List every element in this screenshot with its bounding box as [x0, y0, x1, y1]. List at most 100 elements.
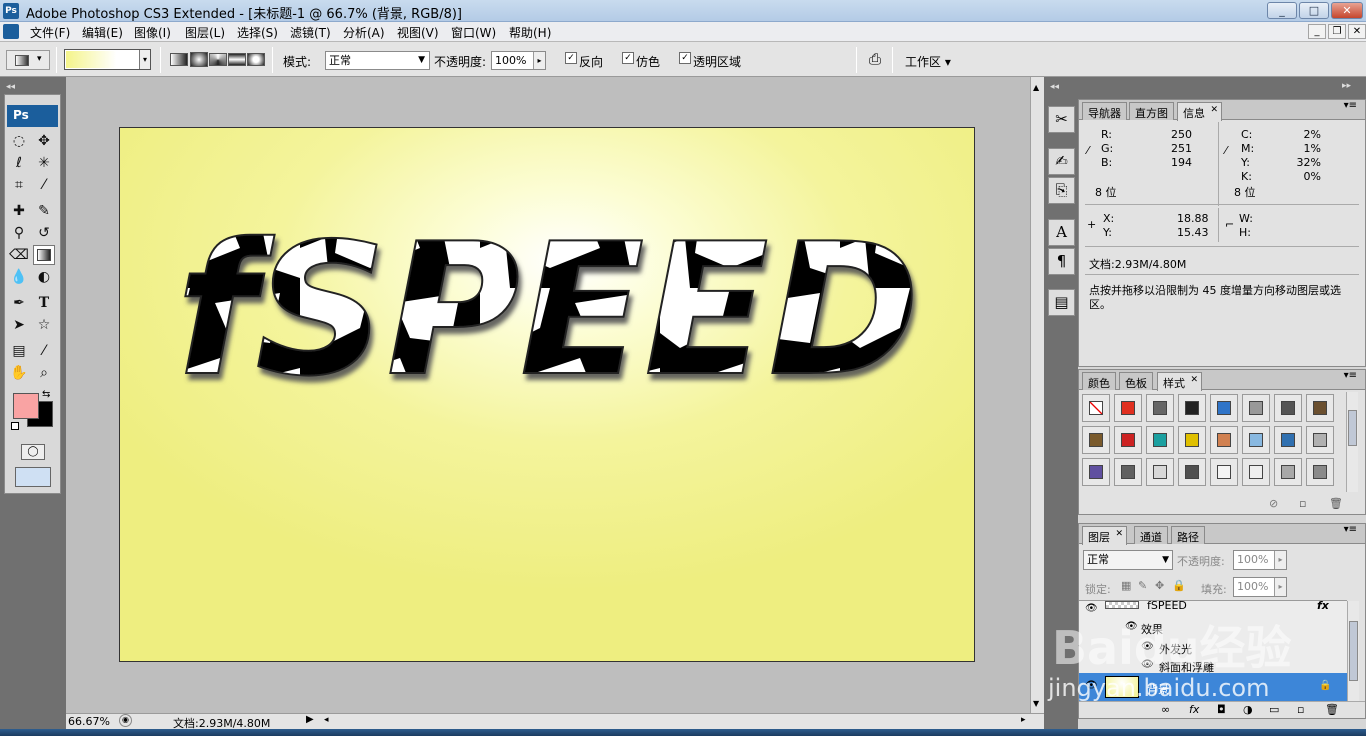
fill-input[interactable]: 100% ▸ [1233, 577, 1287, 597]
style-swatch[interactable] [1306, 426, 1334, 454]
maximize-button[interactable]: □ [1299, 2, 1329, 19]
lasso-tool-icon[interactable]: ℓ [8, 153, 30, 173]
menu-help[interactable]: 帮助(H) [509, 24, 551, 41]
scroll-thumb[interactable] [1349, 621, 1358, 681]
radial-gradient-button[interactable] [190, 52, 208, 67]
style-swatch[interactable] [1306, 394, 1334, 422]
paragraph-icon[interactable]: ¶ [1048, 248, 1075, 275]
menu-file[interactable]: 文件(F) [30, 24, 70, 41]
link-layers-icon[interactable]: ∞ [1161, 703, 1170, 716]
new-style-icon[interactable]: ▫ [1299, 497, 1306, 510]
close-tab-icon[interactable]: ✕ [1210, 105, 1218, 115]
chevron-right-icon[interactable]: ▸ [1274, 578, 1286, 596]
collapse-panel-icon[interactable]: ◂◂ [6, 82, 15, 92]
menu-filter[interactable]: 滤镜(T) [290, 24, 331, 41]
document-icon[interactable] [3, 24, 19, 39]
style-swatch[interactable] [1242, 394, 1270, 422]
angle-gradient-button[interactable] [209, 53, 227, 66]
style-swatch[interactable] [1146, 394, 1174, 422]
style-swatch[interactable] [1274, 426, 1302, 454]
menu-edit[interactable]: 编辑(E) [82, 24, 123, 41]
layer-name[interactable]: fSPEED [1147, 599, 1187, 612]
scroll-right-icon[interactable]: ▸ [1021, 715, 1026, 725]
new-group-icon[interactable]: ▭ [1269, 703, 1279, 716]
marquee-tool-icon[interactable]: ◌ [8, 131, 30, 151]
layers-scrollbar[interactable] [1347, 601, 1359, 701]
style-swatch[interactable] [1178, 394, 1206, 422]
style-swatch[interactable] [1114, 426, 1142, 454]
lock-all-icon[interactable]: 🔒 [1172, 579, 1186, 592]
style-swatch[interactable] [1178, 426, 1206, 454]
scroll-left-icon[interactable]: ◂ [324, 715, 329, 725]
style-swatch[interactable] [1114, 458, 1142, 486]
menu-window[interactable]: 窗口(W) [451, 24, 496, 41]
layer-opacity-input[interactable]: 100% ▸ [1233, 550, 1287, 570]
close-button[interactable]: ✕ [1331, 2, 1363, 19]
style-swatch[interactable] [1274, 394, 1302, 422]
lock-pixels-icon[interactable]: ✎ [1138, 579, 1147, 592]
reflected-gradient-button[interactable] [228, 53, 246, 66]
history-brush-tool-icon[interactable]: ↺ [33, 223, 55, 243]
tools-presets-icon[interactable]: ✂ [1048, 106, 1075, 133]
new-layer-icon[interactable]: ▫ [1297, 703, 1304, 716]
notes-panel-icon[interactable]: ▤ [1048, 289, 1075, 316]
delete-style-icon[interactable]: 🗑 [1329, 497, 1343, 510]
style-swatch[interactable] [1274, 458, 1302, 486]
move-tool-icon[interactable]: ✥ [33, 131, 55, 151]
brush-tool-icon[interactable]: ✎ [33, 201, 55, 221]
dither-checkbox[interactable]: ✓ [622, 52, 634, 64]
tab-navigator[interactable]: 导航器 [1082, 102, 1127, 120]
path-selection-tool-icon[interactable]: ➤ [8, 315, 30, 335]
workspace-button[interactable]: 工作区 ▾ [905, 53, 951, 70]
crop-tool-icon[interactable]: ⌗ [8, 175, 30, 195]
chevron-right-icon[interactable]: ▸ [1274, 551, 1286, 569]
tab-histogram[interactable]: 直方图 [1129, 102, 1174, 120]
notes-tool-icon[interactable]: ▤ [8, 341, 30, 361]
doc-close-button[interactable]: ✕ [1348, 24, 1366, 39]
type-tool-icon[interactable]: T [33, 293, 55, 313]
custom-shape-tool-icon[interactable]: ☆ [33, 315, 55, 335]
diamond-gradient-button[interactable] [247, 53, 265, 66]
lock-transparent-icon[interactable]: ▦ [1121, 579, 1131, 592]
menu-view[interactable]: 视图(V) [397, 24, 439, 41]
opacity-input[interactable]: 100% ▸ [491, 51, 546, 70]
hand-tool-icon[interactable]: ✋ [8, 363, 30, 383]
tab-styles[interactable]: 样式 ✕ [1157, 372, 1202, 391]
panel-menu-icon[interactable]: ▾≡ [1344, 370, 1357, 381]
status-icon[interactable]: ◉ [119, 714, 132, 727]
healing-brush-tool-icon[interactable]: ✚ [8, 201, 30, 221]
scroll-thumb[interactable] [1348, 410, 1357, 446]
vertical-scrollbar[interactable]: ▲ ▼ [1030, 77, 1044, 713]
style-swatch[interactable] [1210, 394, 1238, 422]
tool-preset-picker[interactable]: ▾ [6, 50, 50, 70]
style-swatch[interactable] [1082, 426, 1110, 454]
mode-select[interactable]: 正常 ▼ [325, 51, 430, 70]
clone-stamp-tool-icon[interactable]: ⚲ [8, 223, 30, 243]
tab-channels[interactable]: 通道 [1134, 526, 1168, 544]
bridge-icon[interactable]: ⎙ [864, 50, 886, 70]
panel-menu-icon[interactable]: ▾≡ [1344, 524, 1357, 535]
close-tab-icon[interactable]: ✕ [1190, 375, 1198, 385]
reverse-checkbox[interactable]: ✓ [565, 52, 577, 64]
menu-layer[interactable]: 图层(L) [185, 24, 225, 41]
minimize-button[interactable]: _ [1267, 2, 1297, 19]
screen-mode-icon[interactable] [15, 467, 51, 487]
style-swatch[interactable] [1242, 458, 1270, 486]
magic-wand-tool-icon[interactable]: ✳ [33, 153, 55, 173]
doc-restore-button[interactable]: ❐ [1328, 24, 1346, 39]
character-icon[interactable]: A [1048, 219, 1075, 246]
zoom-level[interactable]: 66.67% [68, 715, 110, 728]
tab-color[interactable]: 颜色 [1082, 372, 1116, 390]
blend-mode-select[interactable]: 正常 ▼ [1083, 550, 1173, 570]
pen-tool-icon[interactable]: ✒ [8, 293, 30, 313]
tab-swatches[interactable]: 色板 [1119, 372, 1153, 390]
status-menu-arrow-icon[interactable]: ▶ [306, 714, 314, 725]
add-style-icon[interactable]: fx [1189, 703, 1199, 716]
swap-colors-icon[interactable]: ⇆ [42, 389, 50, 400]
collapse-dock-icon[interactable]: ◂◂ [1050, 82, 1059, 92]
style-swatch[interactable] [1082, 458, 1110, 486]
eyedropper-tool-icon[interactable]: ⁄ [33, 341, 55, 361]
lock-position-icon[interactable]: ✥ [1155, 579, 1164, 592]
clone-source-icon[interactable]: ⎘ [1048, 177, 1075, 204]
style-swatch-none[interactable] [1082, 394, 1110, 422]
